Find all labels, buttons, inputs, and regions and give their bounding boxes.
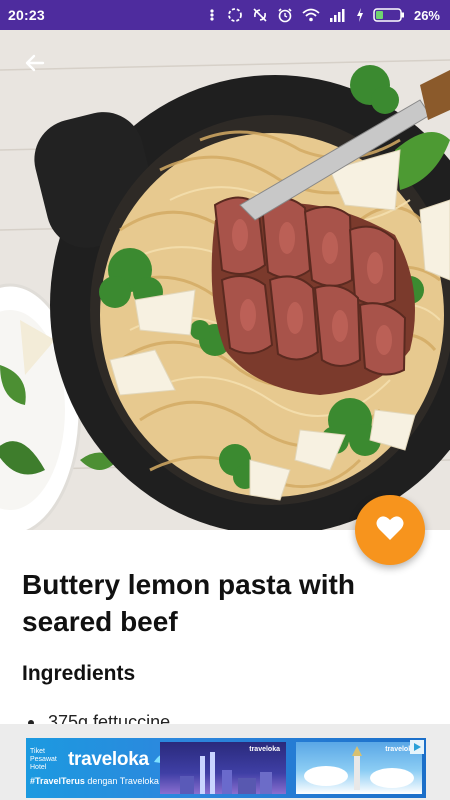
ingredients-heading: Ingredients	[22, 662, 136, 685]
ad-banner-container: Tiket Pesawat Hotel traveloka #TravelTer…	[0, 724, 450, 800]
ad-choices-icon[interactable]	[410, 740, 424, 754]
status-bar: 20:23 26%	[0, 0, 450, 30]
arrow-left-icon	[23, 51, 47, 80]
heart-icon	[376, 515, 404, 546]
no-sync-icon	[252, 7, 268, 23]
ad-tagline: #TravelTerus dengan Traveloka Poin	[30, 776, 180, 786]
recipe-hero-image	[0, 30, 450, 530]
alarm-icon	[277, 7, 293, 23]
ad-image-monument: traveloka	[296, 742, 422, 794]
pasta-photo	[0, 30, 450, 530]
signal-icon	[329, 8, 347, 22]
ad-brand: Tiket Pesawat Hotel traveloka #TravelTer…	[30, 748, 179, 786]
notification-dots-icon	[206, 8, 218, 22]
ad-banner[interactable]: Tiket Pesawat Hotel traveloka #TravelTer…	[26, 738, 426, 798]
favorite-button[interactable]	[355, 495, 425, 565]
recipe-title: Buttery lemon pasta with seared beef	[22, 569, 355, 637]
back-button[interactable]	[20, 50, 50, 80]
circle-icon	[227, 7, 243, 23]
ad-brand-small: Tiket Pesawat Hotel	[30, 748, 57, 771]
charging-icon	[356, 8, 364, 22]
ad-image-city: traveloka	[160, 742, 286, 794]
ad-brand-name: traveloka	[68, 749, 149, 770]
status-time: 20:23	[8, 7, 45, 23]
wifi-icon	[302, 8, 320, 22]
battery-icon	[373, 8, 405, 22]
battery-percent: 26%	[413, 7, 440, 23]
